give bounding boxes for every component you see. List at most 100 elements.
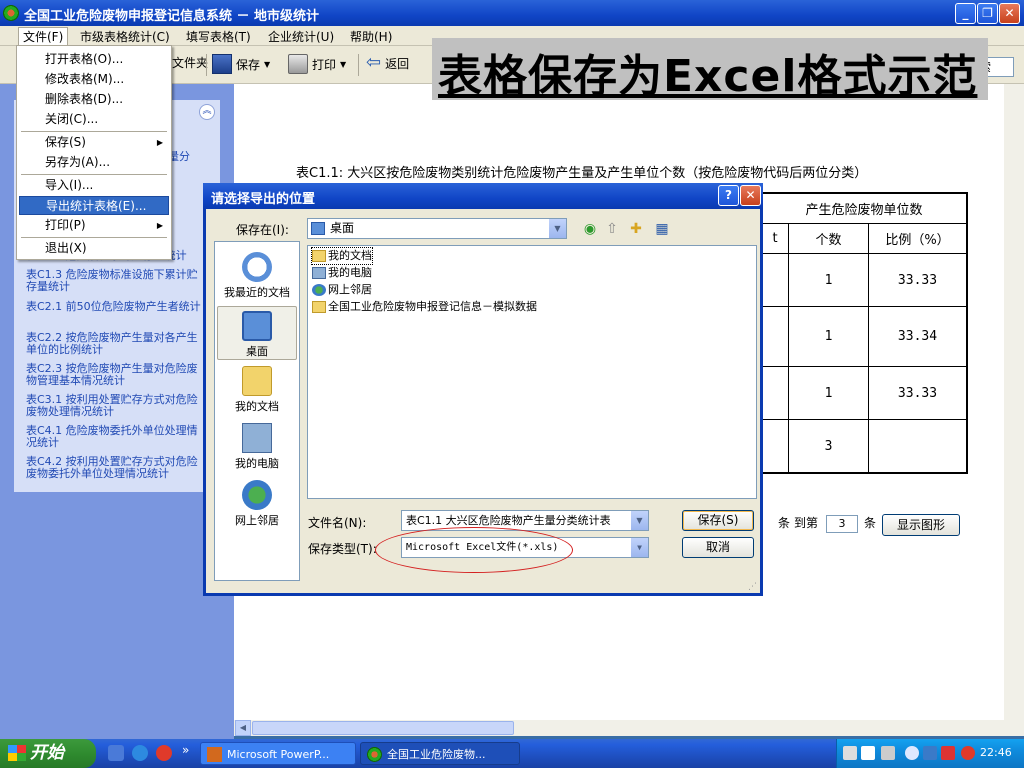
page-to-input[interactable]: 3 xyxy=(826,515,858,533)
menu-item-import[interactable]: 导入(I)... xyxy=(19,176,169,195)
close-button[interactable]: ✕ xyxy=(999,3,1020,24)
table-cell: 33.34 xyxy=(868,306,966,367)
dialog-save-button[interactable]: 保存(S) xyxy=(682,510,754,531)
chevron-down-icon: ▼ xyxy=(549,219,566,238)
place-recent[interactable]: 我最近的文档 xyxy=(217,248,297,302)
ie-browser-icon[interactable] xyxy=(132,745,148,761)
folder-button[interactable]: 文件夹 xyxy=(172,54,208,71)
report-link-c4-1[interactable]: 表C4.1 危险废物委托外单位处理情况统计 xyxy=(26,425,204,449)
back-button[interactable]: ⇦ 返回 xyxy=(366,54,409,72)
computer-icon xyxy=(312,267,326,279)
shield-icon[interactable] xyxy=(923,746,937,760)
file-item[interactable]: 我的文档 xyxy=(311,247,373,265)
keyboard-icon[interactable] xyxy=(843,746,857,760)
place-label: 我的电脑 xyxy=(235,457,279,470)
menu-item-label: 打开表格(O)... xyxy=(45,52,124,66)
menu-item-close[interactable]: 关闭(C)... xyxy=(19,110,169,129)
menu-separator xyxy=(21,237,167,238)
file-name: 我的文档 xyxy=(328,249,372,262)
place-desktop[interactable]: 桌面 xyxy=(217,306,297,360)
menu-item-label: 导入(I)... xyxy=(45,178,94,192)
menu-fill-table[interactable]: 填写表格(T) xyxy=(182,28,255,45)
start-button[interactable]: 开始 xyxy=(0,739,96,768)
file-menu: 打开表格(O)... 修改表格(M)... 删除表格(D)... 关闭(C)..… xyxy=(16,45,172,260)
report-link-c3-1[interactable]: 表C3.1 按利用处置贮存方式对危险废物处理情况统计 xyxy=(26,394,204,418)
scroll-left-arrow-icon[interactable]: ◀ xyxy=(235,720,251,736)
menu-item-save-as[interactable]: 另存为(A)... xyxy=(19,153,169,172)
menu-file[interactable]: 文件(F) xyxy=(18,27,69,45)
table-cell xyxy=(762,306,789,367)
menu-item-open[interactable]: 打开表格(O)... xyxy=(19,50,169,69)
help-button[interactable]: ? xyxy=(718,185,739,206)
menu-item-export[interactable]: 导出统计表格(E)... xyxy=(19,196,169,215)
back-nav-icon[interactable]: ◉ xyxy=(580,219,600,239)
network-places-icon xyxy=(242,480,272,510)
clock: 22:46 xyxy=(980,746,1012,759)
place-my-computer[interactable]: 我的电脑 xyxy=(217,419,297,473)
toolbar-separator xyxy=(358,54,359,76)
filename-value: 表C1.1 大兴区危险废物产生量分类统计表 xyxy=(406,514,611,527)
save-in-select[interactable]: 桌面 ▼ xyxy=(307,218,567,239)
menu-item-modify[interactable]: 修改表格(M)... xyxy=(19,70,169,89)
view-menu-icon[interactable]: ▦ xyxy=(652,219,672,239)
horizontal-scroll-thumb[interactable] xyxy=(252,721,514,735)
desktop-shortcut-icon[interactable] xyxy=(108,745,124,761)
dialog-cancel-button[interactable]: 取消 xyxy=(682,537,754,558)
menu-separator xyxy=(21,131,167,132)
table-header-ratio: 比例（%） xyxy=(868,223,966,254)
pager-to-label: 到第 xyxy=(794,516,819,530)
report-link-c2-3[interactable]: 表C2.3 按危险废物产生量对危险废物管理基本情况统计 xyxy=(26,363,204,387)
print-toolbar-button[interactable]: 打印 ▼ xyxy=(288,54,346,74)
chevron-left-icon[interactable] xyxy=(905,746,919,760)
save-in-value: 桌面 xyxy=(330,221,355,235)
table-group-header: 产生危险废物单位数 xyxy=(762,194,966,224)
task-hazardous-waste-app[interactable]: 全国工业危险废物... xyxy=(360,742,520,765)
menu-item-label: 导出统计表格(E)... xyxy=(46,199,147,213)
folder-icon xyxy=(312,250,326,262)
task-powerpoint[interactable]: Microsoft PowerP... xyxy=(200,742,356,765)
place-network[interactable]: 网上邻居 xyxy=(217,476,297,530)
taskbar: 开始 » Microsoft PowerP... 全国工业危险废物... 22:… xyxy=(0,739,1024,768)
menu-item-delete[interactable]: 删除表格(D)... xyxy=(19,90,169,109)
collapse-icon[interactable]: ︽ xyxy=(199,104,215,120)
menu-help[interactable]: 帮助(H) xyxy=(346,28,396,45)
menu-separator xyxy=(21,174,167,175)
menu-item-save[interactable]: 保存(S) ▶ xyxy=(19,133,169,152)
save-toolbar-button[interactable]: 保存 ▼ xyxy=(212,54,270,74)
resize-grip-icon[interactable]: ⋰ xyxy=(748,582,757,592)
place-my-documents[interactable]: 我的文档 xyxy=(217,362,297,416)
my-computer-icon xyxy=(242,423,272,453)
quicklaunch-overflow-icon[interactable]: » xyxy=(182,743,189,757)
save-in-label: 保存在(I): xyxy=(236,223,289,237)
table-cell xyxy=(868,419,966,472)
security-icon[interactable] xyxy=(941,746,955,760)
report-link-c4-2[interactable]: 表C4.2 按利用处置贮存方式对危险废物委托外单位处理情况统计 xyxy=(26,456,204,480)
place-label: 网上邻居 xyxy=(235,514,279,527)
back-label: 返回 xyxy=(385,56,410,71)
app-shortcut-icon[interactable] xyxy=(156,745,172,761)
window-title: 全国工业危险废物申报登记信息系统 － 地市级统计 xyxy=(24,9,320,24)
chevron-down-icon: ▼ xyxy=(631,511,648,530)
tray-menu-icon[interactable] xyxy=(881,746,895,760)
vertical-scrollbar[interactable] xyxy=(1004,84,1024,720)
menu-enterprise-stats[interactable]: 企业统计(U) xyxy=(264,28,338,45)
file-item[interactable]: 全国工业危险废物申报登记信息－模拟数据 xyxy=(312,299,537,315)
banner-text: 表格保存为Excel格式示范 xyxy=(438,51,978,102)
antivirus-icon[interactable] xyxy=(961,746,975,760)
places-bar: 我最近的文档 桌面 我的文档 我的电脑 网上邻居 xyxy=(214,241,300,581)
menu-city-stats[interactable]: 市级表格统计(C) xyxy=(76,28,174,45)
minimize-button[interactable]: _ xyxy=(955,3,976,24)
help-tray-icon[interactable] xyxy=(861,746,875,760)
menu-item-print[interactable]: 打印(P) ▶ xyxy=(19,216,169,235)
file-item[interactable]: 我的电脑 xyxy=(312,265,372,281)
show-chart-button[interactable]: 显示图形 xyxy=(882,514,960,536)
report-link-c2-1[interactable]: 表C2.1 前50位危险废物产生者统计 xyxy=(26,301,204,313)
up-folder-icon[interactable]: ⇧ xyxy=(602,219,622,239)
restore-button[interactable]: ❐ xyxy=(977,3,998,24)
dialog-close-button[interactable]: ✕ xyxy=(740,185,761,206)
menu-item-exit[interactable]: 退出(X) xyxy=(19,239,169,258)
new-folder-icon[interactable]: ✚ xyxy=(626,219,646,239)
report-link-c1-3[interactable]: 表C1.3 危险废物标准设施下累计贮存量统计 xyxy=(26,269,204,293)
report-link-c2-2[interactable]: 表C2.2 按危险废物产生量对各产生单位的比例统计 xyxy=(26,332,204,356)
file-item[interactable]: 网上邻居 xyxy=(312,282,372,298)
